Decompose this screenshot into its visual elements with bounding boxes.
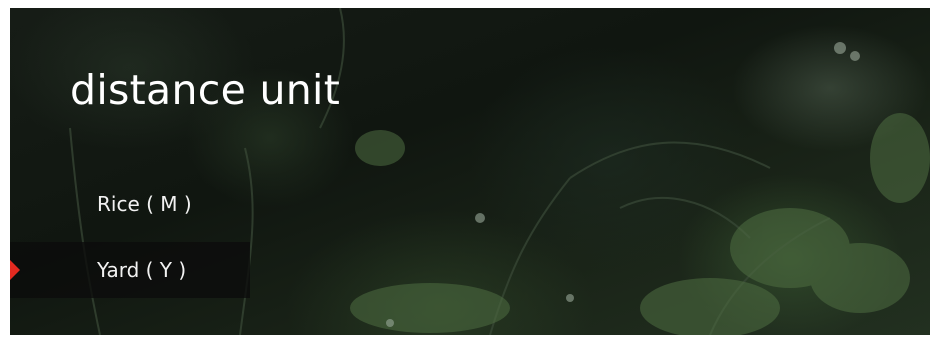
menu-item-label: Rice ( M ) (97, 192, 192, 216)
triangle-right-icon (10, 260, 20, 280)
page-title: distance unit (70, 66, 341, 114)
distance-unit-menu: Rice ( M ) Yard ( Y ) (10, 176, 250, 298)
menu-item-meters[interactable]: Rice ( M ) (10, 176, 250, 232)
background-photo: distance unit Rice ( M ) Yard ( Y ) (10, 8, 930, 335)
menu-item-label: Yard ( Y ) (97, 258, 187, 282)
menu-item-yards[interactable]: Yard ( Y ) (10, 242, 250, 298)
